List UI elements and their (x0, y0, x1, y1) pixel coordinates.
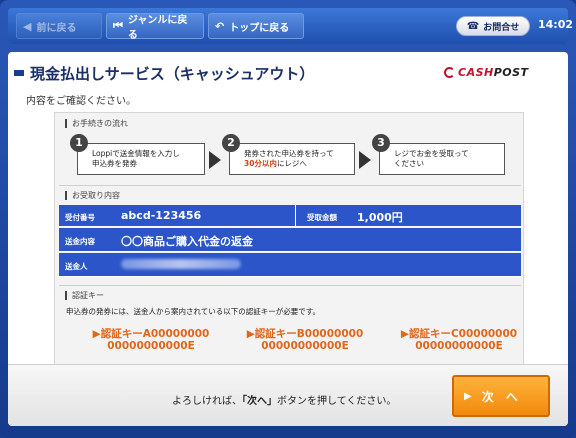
genre-button[interactable]: ⏮ ジャンルに戻る (106, 13, 204, 41)
sender-label: 送金人 (65, 262, 88, 271)
next-button[interactable]: ▶ 次 へ (452, 375, 550, 417)
step-number: 1 (70, 134, 88, 152)
back-button[interactable]: ◀ 前に戻る (16, 13, 102, 39)
return-arrow-icon: ↶ (215, 19, 225, 33)
auth-section-label: 認証キー (65, 291, 104, 300)
content-value: 〇〇商品ご購入代金の返金 (121, 235, 253, 248)
step-number: 3 (372, 134, 390, 152)
receipt-number-label: 受付番号 (65, 213, 95, 222)
contact-button-label: お問合せ (483, 22, 520, 33)
genre-button-label: ジャンルに戻る (127, 15, 188, 41)
back-arrow-icon: ◀ (23, 19, 32, 33)
sender-name-blurred (121, 259, 241, 269)
cashpost-logo: CASHPOST (444, 66, 529, 79)
flow-section-label: お手続きの流れ (65, 119, 128, 128)
receipt-number-row: 受付番号 abcd-123456 受取金額 1,000円 (59, 205, 521, 227)
divider (59, 185, 521, 186)
page-subtitle: 内容をご確認ください。 (26, 96, 136, 107)
flow-arrow-icon (209, 151, 221, 169)
receipt-section-label: お受取り内容 (65, 191, 120, 200)
remittance-content-row: 送金内容 〇〇商品ご購入代金の返金 (59, 228, 521, 252)
top-nav-bar: ◀ 前に戻る ⏮ ジャンルに戻る ↶ トップに戻る ☎ お問合せ 14:02 (8, 8, 573, 44)
clock: 14:02 (538, 18, 574, 31)
divider (59, 285, 521, 286)
flow-arrow-icon (359, 151, 371, 169)
flow-step-1: 1 Loppiで送金情報を入力し 申込券を発券 (70, 134, 205, 175)
rewind-icon: ⏮ (113, 19, 123, 32)
back-button-label: 前に戻る (36, 22, 77, 34)
receipt-number-value: abcd-123456 (121, 209, 202, 222)
auth-key-b: ▶認証キーB00000000 00000000000E (246, 328, 364, 352)
flow-step-2: 2 発券された申込券を持って 30分以内にレジへ (222, 134, 355, 175)
content-label: 送金内容 (65, 237, 95, 246)
page-title: 現金払出しサービス（キャッシュアウト） (30, 65, 315, 83)
auth-key-a: ▶認証キーA00000000 00000000000E (92, 328, 210, 352)
top-button-label: トップに戻る (229, 22, 290, 34)
next-button-label: 次 へ (481, 389, 518, 404)
play-icon: ▶ (464, 390, 472, 402)
app-frame: ◀ 前に戻る ⏮ ジャンルに戻る ↶ トップに戻る ☎ お問合せ 14:02 現… (0, 0, 576, 438)
amount-label: 受取金額 (307, 213, 337, 222)
amount-value: 1,000円 (357, 211, 403, 224)
main-panel: 現金払出しサービス（キャッシュアウト） 内容をご確認ください。 CASHPOST… (8, 52, 568, 426)
sender-row: 送金人 (59, 253, 521, 277)
phone-icon: ☎ (466, 20, 480, 32)
confirm-message: よろしければ、「次へ」ボタンを押してください。 (172, 396, 397, 407)
auth-note: 申込券の発券には、送金人から案内されている以下の認証キーが必要です。 (66, 307, 321, 316)
top-button[interactable]: ↶ トップに戻る (208, 13, 304, 39)
step-number: 2 (222, 134, 240, 152)
contact-button[interactable]: ☎ お問合せ (456, 16, 530, 36)
title-marker (14, 70, 24, 76)
footer-bar: よろしければ、「次へ」ボタンを押してください。 ▶ 次 へ (8, 364, 568, 426)
auth-key-c: ▶認証キーC00000000 00000000000E (400, 328, 518, 352)
flow-step-3: 3 レジでお金を受取って ください (372, 134, 505, 175)
